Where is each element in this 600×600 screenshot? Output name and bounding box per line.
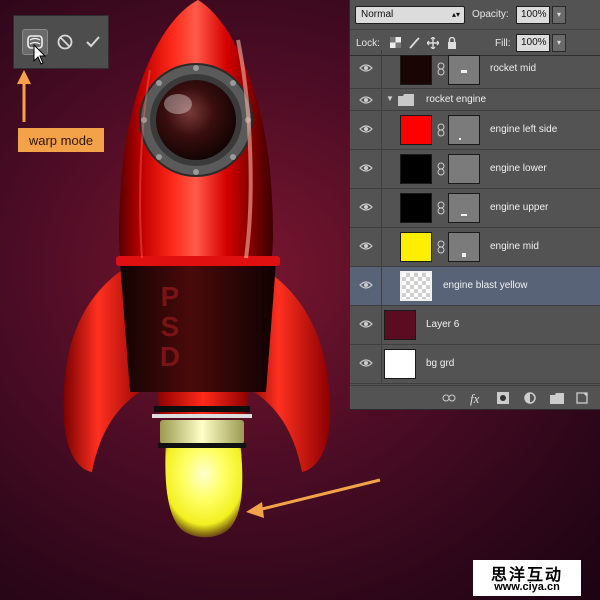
canvas-scene: PSD warp mode Normal ▴▾ Opacity: 100% ▾ … bbox=[0, 0, 600, 600]
row-divider bbox=[381, 111, 382, 150]
row-divider bbox=[381, 345, 382, 384]
blend-mode-value: Normal bbox=[361, 9, 394, 20]
layer-thumbnail bbox=[384, 349, 416, 379]
row-divider bbox=[381, 267, 382, 306]
warp-mode-callout: warp mode bbox=[18, 128, 104, 152]
mouse-cursor-icon bbox=[33, 44, 47, 65]
visibility-eye-icon[interactable] bbox=[359, 241, 373, 251]
layer-thumbnail bbox=[400, 115, 432, 145]
link-layers-icon[interactable] bbox=[442, 392, 456, 404]
row-divider bbox=[381, 189, 382, 228]
new-group-icon[interactable] bbox=[550, 393, 564, 404]
lock-label: Lock: bbox=[356, 38, 380, 49]
layer-thumbnail bbox=[400, 55, 432, 85]
layer-row-layer-6[interactable]: Layer 6 bbox=[350, 306, 600, 345]
mask-link-icon[interactable] bbox=[437, 162, 445, 176]
watermark-url: www.ciya.cn bbox=[494, 581, 560, 593]
layer-name: engine left side bbox=[490, 124, 558, 135]
blend-mode-arrows-icon: ▴▾ bbox=[451, 10, 460, 19]
layer-mask-thumbnail bbox=[448, 232, 480, 262]
layer-name: bg grd bbox=[426, 358, 455, 369]
layer-row-rocket-mid[interactable]: rocket mid bbox=[350, 50, 600, 89]
mask-link-icon[interactable] bbox=[437, 62, 445, 76]
new-layer-icon[interactable] bbox=[576, 392, 588, 404]
layer-row-engine-left-side[interactable]: engine left side bbox=[350, 111, 600, 150]
visibility-eye-icon[interactable] bbox=[359, 280, 373, 290]
visibility-eye-icon[interactable] bbox=[359, 163, 373, 173]
folder-icon bbox=[398, 94, 414, 106]
layer-name: engine upper bbox=[490, 202, 549, 213]
layers-panel: Normal ▴▾ Opacity: 100% ▾ Lock: Fill: 10… bbox=[349, 0, 600, 410]
row-divider bbox=[381, 89, 382, 111]
blend-mode-select[interactable]: Normal ▴▾ bbox=[355, 6, 465, 24]
site-watermark: 思洋互动 www.ciya.cn bbox=[473, 560, 581, 596]
layer-name: engine blast yellow bbox=[443, 280, 528, 291]
cancel-icon bbox=[57, 34, 73, 50]
mask-link-icon[interactable] bbox=[437, 240, 445, 254]
layer-mask-thumbnail bbox=[448, 154, 480, 184]
layers-options-row: Normal ▴▾ Opacity: 100% ▾ bbox=[350, 0, 600, 30]
visibility-eye-icon[interactable] bbox=[359, 95, 373, 105]
row-divider bbox=[381, 228, 382, 267]
layer-thumbnail bbox=[400, 193, 432, 223]
add-mask-icon[interactable] bbox=[497, 392, 509, 404]
layer-row-engine-upper[interactable]: engine upper bbox=[350, 189, 600, 228]
rocket-band-text: PSD bbox=[159, 281, 181, 372]
opacity-field[interactable]: 100% bbox=[516, 6, 550, 24]
layer-name: Layer 6 bbox=[426, 319, 460, 330]
lock-image-pixels-icon[interactable] bbox=[408, 37, 420, 49]
layers-panel-footer: fx bbox=[350, 385, 600, 410]
layer-row-engine-mid[interactable]: engine mid bbox=[350, 228, 600, 267]
row-divider bbox=[381, 306, 382, 345]
mask-link-icon[interactable] bbox=[437, 123, 445, 137]
layer-name: engine mid bbox=[490, 241, 539, 252]
fill-label: Fill: bbox=[495, 38, 511, 49]
lock-position-icon[interactable] bbox=[427, 37, 439, 49]
commit-warp-button[interactable] bbox=[80, 29, 106, 55]
layer-mask-thumbnail bbox=[448, 115, 480, 145]
layer-thumbnail-transparent bbox=[400, 271, 432, 301]
opacity-label: Opacity: bbox=[472, 9, 509, 20]
layer-name: engine lower bbox=[490, 163, 547, 174]
visibility-eye-icon[interactable] bbox=[359, 202, 373, 212]
lock-all-icon[interactable] bbox=[447, 37, 457, 49]
lock-transparent-pixels-icon[interactable] bbox=[390, 37, 401, 48]
visibility-eye-icon[interactable] bbox=[359, 319, 373, 329]
layer-thumbnail bbox=[400, 232, 432, 262]
visibility-eye-icon[interactable] bbox=[359, 124, 373, 134]
adjustment-layer-icon[interactable] bbox=[524, 392, 536, 404]
visibility-eye-icon[interactable] bbox=[359, 358, 373, 368]
visibility-eye-icon[interactable] bbox=[359, 63, 373, 73]
layer-row-bg-grd[interactable]: bg grd bbox=[350, 345, 600, 384]
row-divider bbox=[381, 150, 382, 189]
layer-thumbnail bbox=[400, 154, 432, 184]
layer-group-name: rocket engine bbox=[426, 94, 487, 105]
layer-mask-thumbnail bbox=[448, 55, 480, 85]
cancel-warp-button[interactable] bbox=[52, 29, 78, 55]
layer-row-engine-blast-yellow[interactable]: engine blast yellow bbox=[350, 267, 600, 306]
layer-row-engine-lower[interactable]: engine lower bbox=[350, 150, 600, 189]
warp-mode-toolbar bbox=[13, 15, 109, 69]
layer-thumbnail bbox=[384, 310, 416, 340]
layer-group-rocket-engine[interactable]: ▼ rocket engine bbox=[350, 89, 600, 111]
layer-mask-thumbnail bbox=[448, 193, 480, 223]
layer-name: rocket mid bbox=[490, 63, 537, 74]
commit-check-icon bbox=[86, 36, 100, 48]
fx-icon[interactable]: fx bbox=[470, 391, 479, 407]
row-divider bbox=[381, 50, 382, 89]
opacity-dropdown-button[interactable]: ▾ bbox=[552, 6, 566, 24]
mask-link-icon[interactable] bbox=[437, 201, 445, 215]
group-expand-triangle-icon[interactable]: ▼ bbox=[386, 94, 394, 103]
